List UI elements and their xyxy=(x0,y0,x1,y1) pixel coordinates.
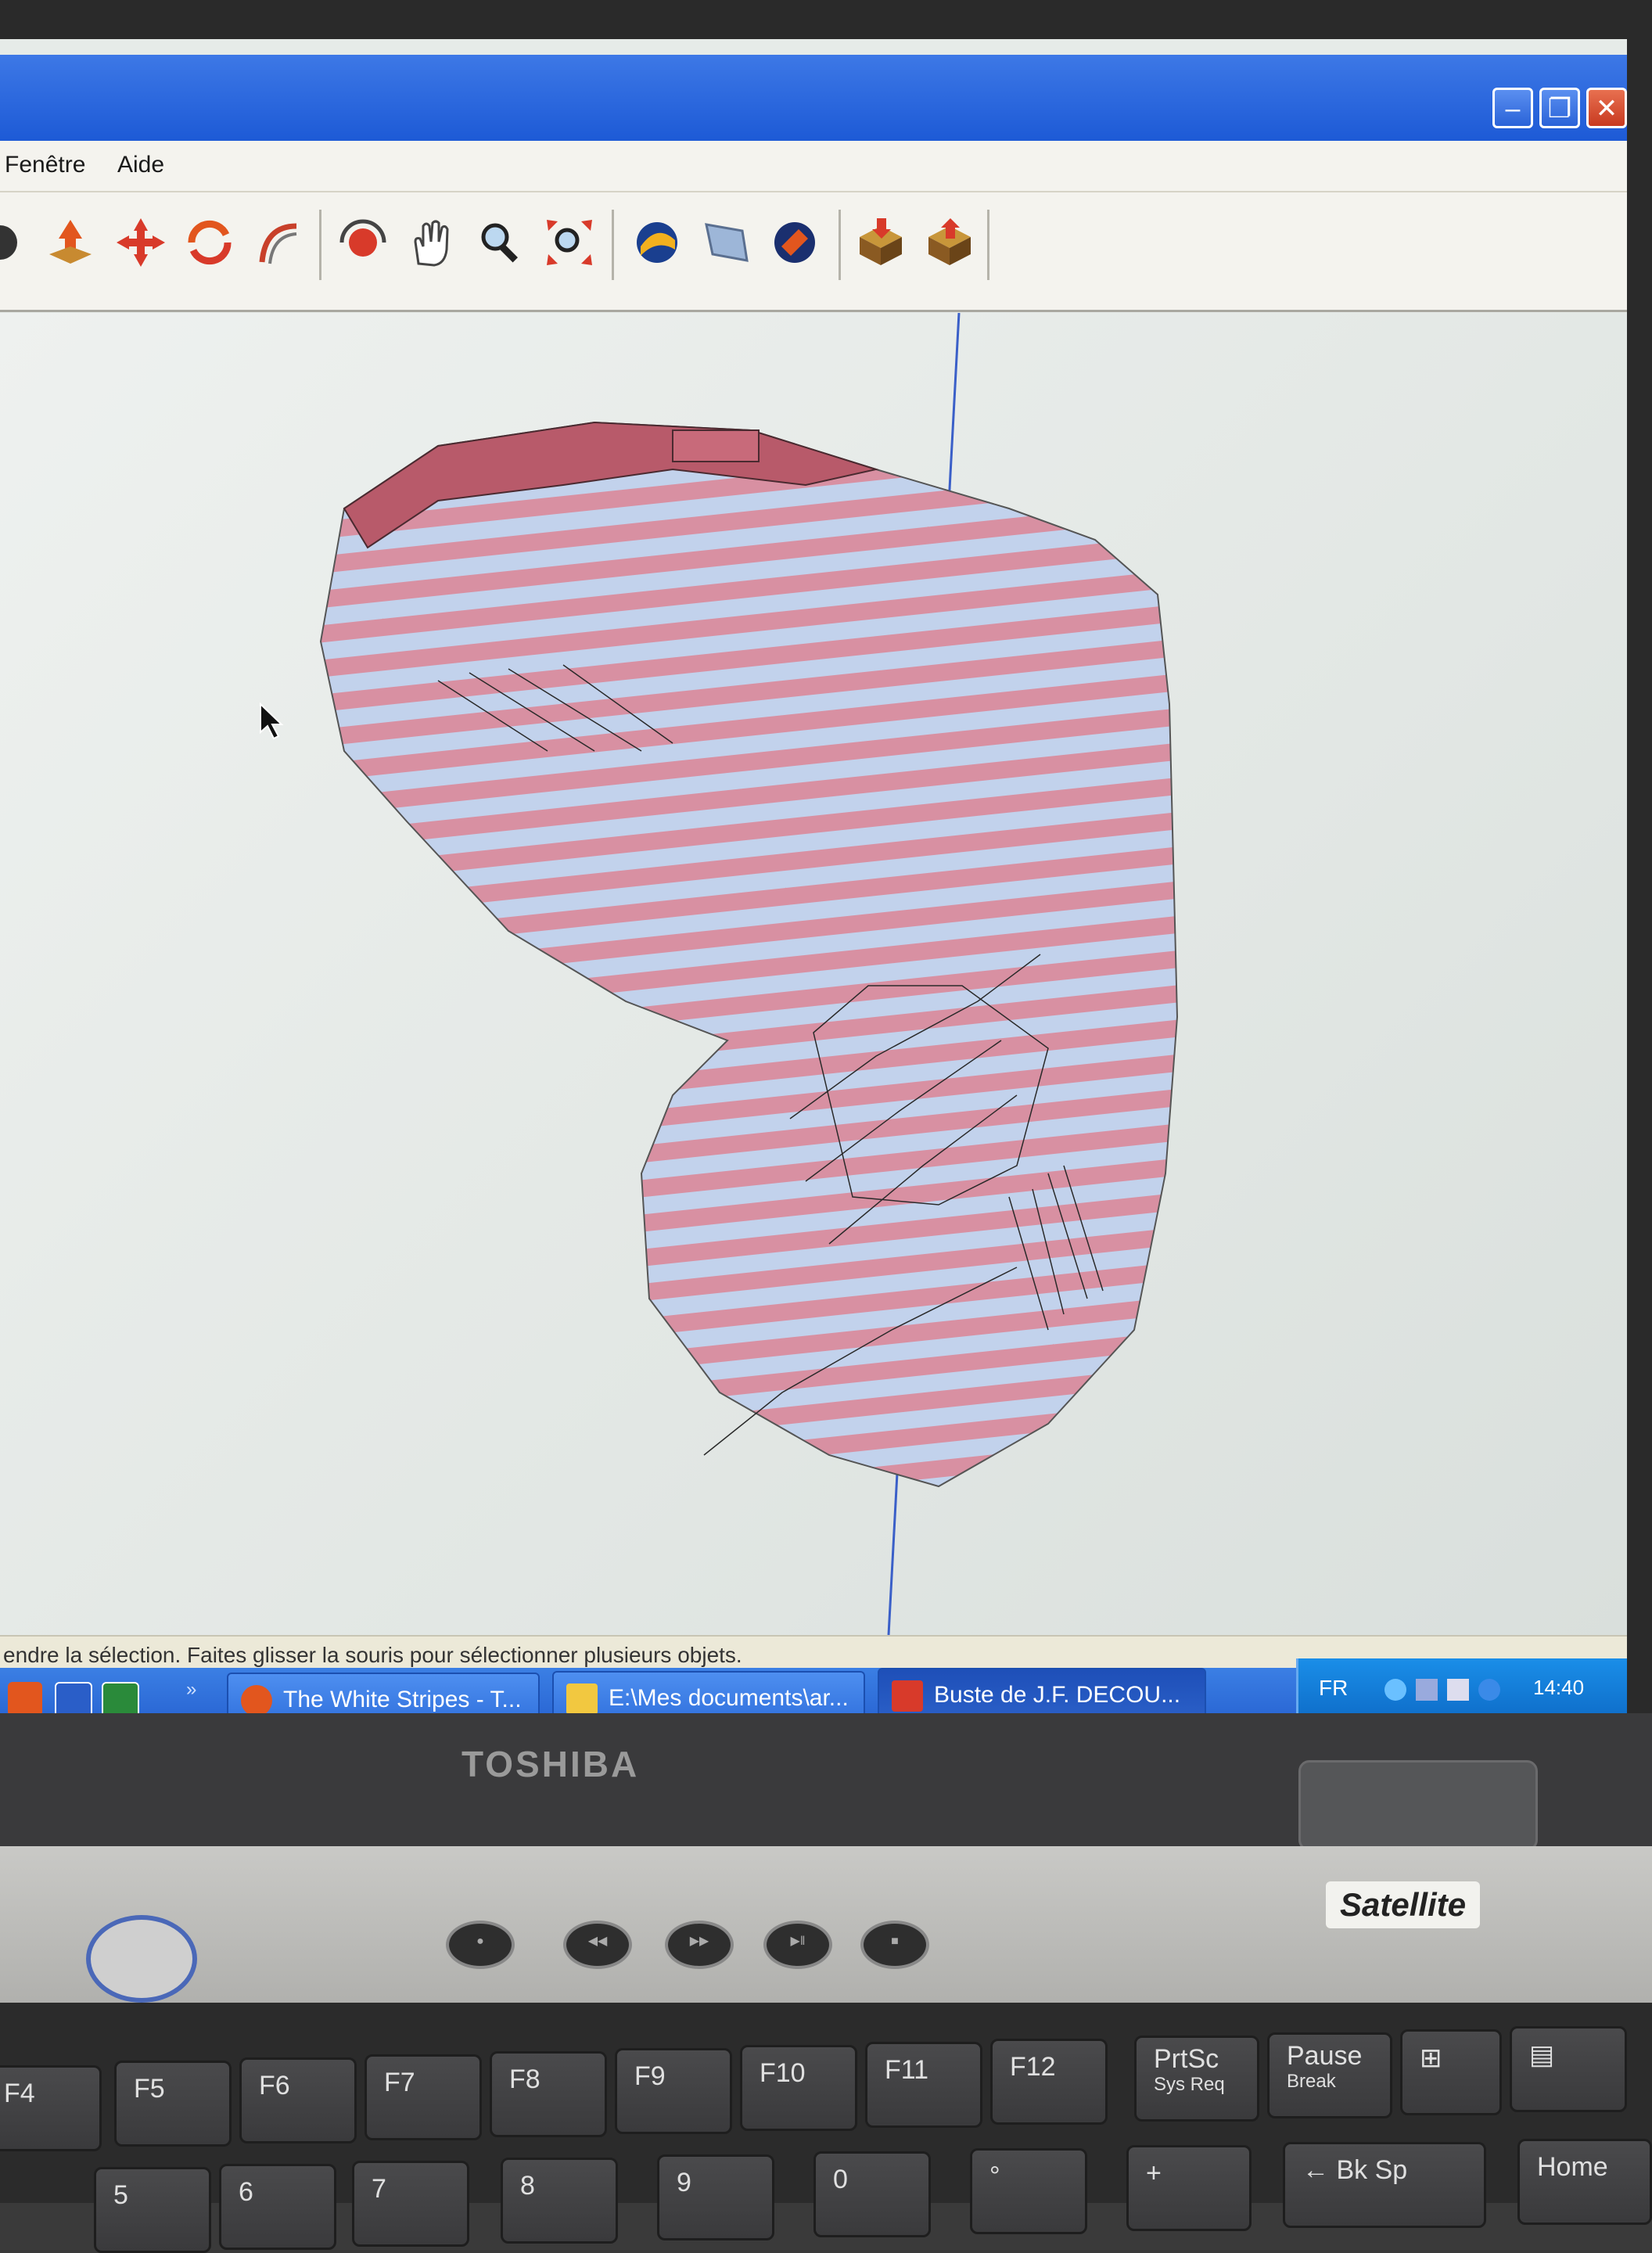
menu-aide[interactable]: Aide xyxy=(117,152,164,178)
word-icon[interactable] xyxy=(55,1682,92,1713)
key-f9[interactable]: F9 xyxy=(615,2048,732,2134)
media-button-1[interactable]: ● xyxy=(446,1921,515,1969)
key-7[interactable]: 7 xyxy=(352,2161,469,2247)
key-8[interactable]: 8 xyxy=(501,2158,618,2244)
menu-icon: ▤ xyxy=(1529,2040,1555,2070)
orbit-icon[interactable] xyxy=(0,211,31,274)
key-9[interactable]: 9 xyxy=(657,2154,774,2240)
task-white-stripes[interactable]: The White Stripes - T... xyxy=(227,1673,540,1713)
media-play-button[interactable]: ▶‖ xyxy=(763,1921,832,1969)
hinge xyxy=(1298,1760,1538,1851)
task-label: Buste de J.F. DECOU... xyxy=(934,1682,1181,1708)
system-tray: FR 14:40 xyxy=(1296,1658,1627,1713)
pan-icon[interactable] xyxy=(400,211,463,274)
rotate-icon[interactable] xyxy=(178,211,241,274)
globe-icon[interactable] xyxy=(1478,1679,1500,1701)
taskbar: » The White Stripes - T... E:\Mes docume… xyxy=(0,1658,1627,1713)
firefox-icon[interactable] xyxy=(8,1682,42,1713)
key-6[interactable]: 6 xyxy=(219,2164,336,2250)
key-f10[interactable]: F10 xyxy=(740,2045,857,2131)
key-menu[interactable]: ▤ xyxy=(1510,2026,1627,2112)
toolbar-separator xyxy=(839,210,841,280)
toolbar-separator xyxy=(987,210,989,280)
keyboard: F4 F5 F6 F7 F8 F9 F10 F11 F12 PrtSc Sys R… xyxy=(0,2003,1652,2253)
quicklaunch-chevron[interactable]: » xyxy=(186,1679,196,1701)
power-button[interactable] xyxy=(86,1915,197,2003)
media-next-button[interactable]: ▶▶ xyxy=(665,1921,734,1969)
sketchup-icon xyxy=(892,1680,923,1712)
language-indicator[interactable]: FR xyxy=(1319,1676,1348,1701)
task-label: E:\Mes documents\ar... xyxy=(609,1685,849,1711)
task-explorer[interactable]: E:\Mes documents\ar... xyxy=(552,1671,865,1713)
status-text: endre la sélection. Faites glisser la so… xyxy=(3,1643,742,1667)
key-windows[interactable]: ⊞ xyxy=(1400,2029,1502,2115)
share-model-icon[interactable] xyxy=(695,211,757,274)
firefox-icon xyxy=(241,1685,272,1713)
key-degree[interactable]: ° xyxy=(970,2148,1087,2234)
key-f11[interactable]: F11 xyxy=(865,2042,982,2128)
model-label: Satellite xyxy=(1326,1881,1481,1928)
minimize-button[interactable]: – xyxy=(1492,88,1533,128)
move-icon[interactable] xyxy=(110,211,172,274)
key-0[interactable]: 0 xyxy=(813,2151,931,2237)
network-icon[interactable] xyxy=(1384,1679,1406,1701)
key-f6[interactable]: F6 xyxy=(239,2057,357,2143)
toolbar xyxy=(0,192,1627,312)
orbit-tool-icon[interactable] xyxy=(332,211,394,274)
task-sketchup[interactable]: Buste de J.F. DECOU... xyxy=(878,1668,1206,1713)
components-icon[interactable] xyxy=(763,211,826,274)
toolbar-separator xyxy=(612,210,614,280)
bust-mesh-surface xyxy=(319,421,1179,1488)
media-stop-button[interactable]: ■ xyxy=(860,1921,929,1969)
follow-me-icon[interactable] xyxy=(247,211,310,274)
mouse-cursor-icon xyxy=(260,702,284,740)
key-plus[interactable]: + xyxy=(1126,2145,1252,2231)
menu-bar: Fenêtre Aide xyxy=(0,141,1627,192)
close-button[interactable]: ✕ xyxy=(1586,88,1627,128)
key-backspace[interactable]: ← Bk Sp xyxy=(1283,2142,1486,2228)
warehouse-get-icon[interactable] xyxy=(849,211,912,274)
get-models-icon[interactable] xyxy=(626,211,688,274)
push-pull-icon[interactable] xyxy=(39,211,102,274)
brand-logo: TOSHIBA xyxy=(461,1744,640,1784)
volume-icon[interactable] xyxy=(1416,1679,1438,1701)
menu-fenetre[interactable]: Fenêtre xyxy=(5,152,85,178)
key-f12[interactable]: F12 xyxy=(990,2039,1108,2125)
windows-icon: ⊞ xyxy=(1420,2043,1442,2073)
window-titlebar: – ❐ ✕ xyxy=(0,55,1627,141)
key-pause[interactable]: Pause Break xyxy=(1267,2032,1392,2118)
clock[interactable]: 14:40 xyxy=(1533,1676,1584,1700)
task-label: The White Stripes - T... xyxy=(283,1687,522,1712)
screen: – ❐ ✕ Fenêtre Aide endre la sélection. F… xyxy=(0,39,1627,1713)
key-f4[interactable]: F4 xyxy=(0,2065,102,2151)
key-home[interactable]: Home xyxy=(1517,2139,1652,2225)
restore-button[interactable]: ❐ xyxy=(1539,88,1580,128)
toolbar-separator xyxy=(319,210,321,280)
key-f5[interactable]: F5 xyxy=(114,2061,232,2147)
zoom-icon[interactable] xyxy=(469,211,532,274)
key-prtsc[interactable]: PrtSc Sys Req xyxy=(1134,2036,1259,2122)
bust-top-block xyxy=(672,429,760,462)
media-prev-button[interactable]: ◀◀ xyxy=(563,1921,632,1969)
key-5[interactable]: 5 xyxy=(94,2167,211,2253)
folder-icon xyxy=(566,1683,598,1713)
key-f7[interactable]: F7 xyxy=(365,2054,482,2140)
key-f8[interactable]: F8 xyxy=(490,2051,607,2137)
zoom-extents-icon[interactable] xyxy=(538,211,601,274)
safely-remove-icon[interactable] xyxy=(1447,1679,1469,1701)
bust-3d-model xyxy=(260,312,1179,1636)
model-viewport[interactable] xyxy=(0,312,1627,1636)
warehouse-share-icon[interactable] xyxy=(918,211,981,274)
excel-icon[interactable] xyxy=(102,1682,139,1713)
